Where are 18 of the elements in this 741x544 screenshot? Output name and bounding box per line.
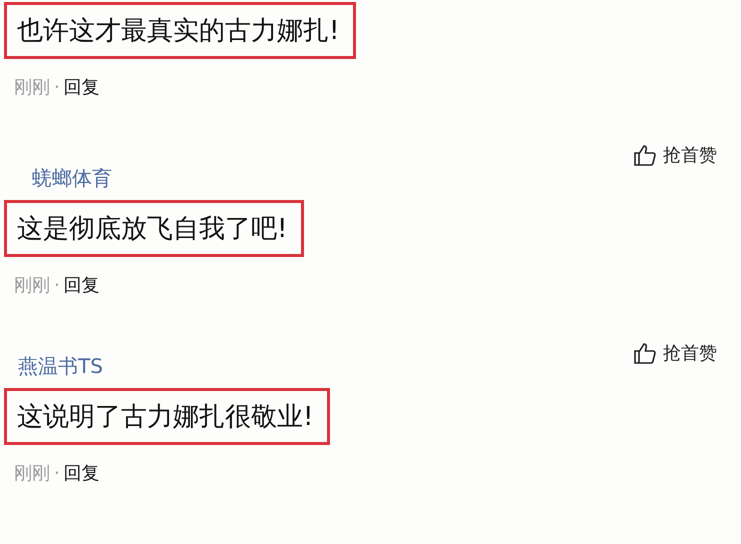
comment-text: 这说明了古力娜扎很敬业! <box>4 388 330 445</box>
username[interactable]: 燕温书TS <box>4 353 103 380</box>
comment-text: 这是彻底放飞自我了吧! <box>4 200 304 257</box>
comment-text: 也许这才最真实的古力娜扎! <box>4 2 356 59</box>
timestamp: 刚刚 <box>14 462 50 485</box>
timestamp: 刚刚 <box>14 76 50 99</box>
timestamp: 刚刚 <box>14 274 50 297</box>
username[interactable]: 蜣螂体育 <box>4 165 112 192</box>
separator-dot: · <box>54 274 60 296</box>
reply-button[interactable]: 回复 <box>64 273 100 297</box>
like-button[interactable]: 抢首赞 <box>633 341 717 365</box>
separator-dot: · <box>54 462 60 484</box>
like-button[interactable]: 抢首赞 <box>633 143 717 167</box>
separator-dot: · <box>54 76 60 98</box>
thumbs-up-icon <box>633 341 657 365</box>
thumbs-up-icon <box>633 143 657 167</box>
reply-button[interactable]: 回复 <box>64 461 100 485</box>
reply-button[interactable]: 回复 <box>64 75 100 99</box>
